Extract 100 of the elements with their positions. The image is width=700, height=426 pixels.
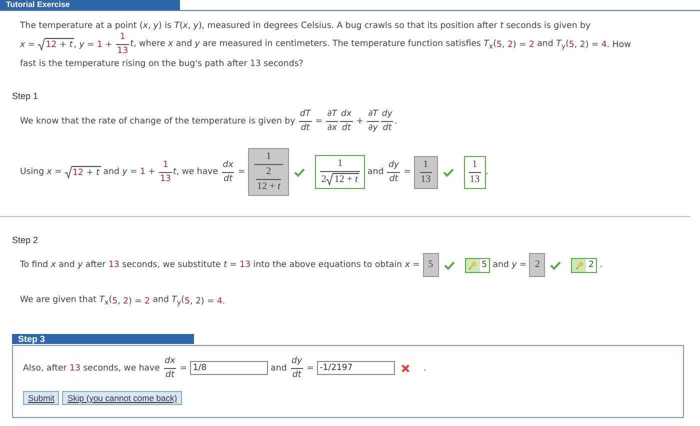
number-text: 13 [117, 46, 128, 57]
key-icon [468, 260, 478, 270]
math-text: 1 [472, 158, 478, 170]
math-text: seconds, we have [82, 363, 161, 374]
math-text: 12 + t [256, 181, 280, 193]
math-text: ∂y [368, 123, 378, 134]
number-text: 2 [195, 296, 201, 306]
math-text: . [598, 260, 602, 270]
math-text: and y = [102, 167, 138, 177]
math-text: , [502, 40, 506, 50]
math-text: = [314, 116, 324, 126]
math-text: . [422, 363, 426, 374]
math-text: . How [606, 40, 632, 50]
math-text: dt [166, 370, 174, 381]
math-text: dx [341, 109, 352, 120]
math-text: = [237, 167, 246, 177]
answer-field[interactable]: -1/2197 [316, 361, 395, 376]
action-button[interactable]: Submit [23, 390, 60, 405]
math-text: ∂T [368, 109, 378, 120]
number-text: 12 [72, 166, 84, 178]
math-text: dt [300, 123, 310, 134]
number-text: 12 [46, 39, 57, 51]
math-text: We know that the rate of change of the temperature is given by [20, 116, 296, 126]
math-text: + [147, 167, 156, 177]
math-text: , [190, 296, 194, 306]
math-text: 13 [420, 174, 431, 186]
number-text: 2 [144, 296, 150, 306]
step-label: Step 1 [12, 91, 40, 101]
math-text: dy [388, 160, 399, 170]
math-text: + [104, 40, 114, 50]
math-text: and [366, 167, 385, 177]
answer-field[interactable]: 1/8 [190, 361, 268, 376]
math-text: into the above equations to obtain x = [252, 260, 421, 270]
math-text: ) = [200, 296, 216, 306]
math-text: ) = [128, 296, 143, 306]
math-text: Also, after [23, 363, 68, 374]
math-text: seconds? [262, 58, 304, 68]
number-text: 1 [96, 40, 102, 50]
number-text: 13 [240, 260, 251, 270]
math-text: dx [164, 356, 176, 367]
math-text: ) = [585, 40, 600, 50]
number-text: 2 [580, 40, 586, 50]
math-text: , [574, 40, 578, 50]
math-text: and y = [492, 260, 528, 270]
math-text: and [270, 363, 288, 374]
math-text: dT [300, 109, 311, 120]
math-text: t, we have [173, 167, 220, 177]
math-text: dy [292, 356, 302, 367]
math-text: and T$_{y}$( [536, 38, 569, 50]
math-text: To find x and y after [20, 260, 107, 270]
math-text: dx [222, 160, 234, 170]
math-text: seconds, we substitute t = [121, 260, 238, 270]
math-text: 2 [534, 258, 540, 272]
step-label: Step 2 [12, 235, 40, 245]
math-text: dt [224, 174, 232, 184]
math-text: We are given that T$_{x}$( [20, 295, 112, 305]
math-text: = [402, 167, 412, 177]
number-text: 5 [184, 296, 190, 306]
math-text: 5 [428, 258, 434, 272]
math-text: t, where x and y are measured in centimeters. The temperature function satisfies T$_{x}$( [130, 38, 497, 50]
number-text: 2 [528, 40, 534, 50]
number-text: 13 [160, 174, 172, 184]
math-text: + [355, 116, 364, 126]
math-text: x = [20, 40, 36, 50]
math-text: and T$_{y}$( [152, 295, 184, 305]
number-text: 5 [112, 296, 118, 306]
math-text: 1 [266, 151, 272, 163]
number-text: 1 [140, 167, 146, 177]
math-text: . [222, 296, 226, 306]
number-text: 13 [70, 363, 80, 374]
math-text: ) = [512, 40, 528, 50]
math-text: = [306, 363, 315, 374]
number-text: 4 [216, 296, 222, 306]
math-text: + t [85, 166, 100, 178]
math-text: = [178, 363, 188, 374]
math-text: dy [382, 109, 392, 120]
number-text: 13 [108, 260, 120, 270]
math-text: . [486, 167, 488, 177]
math-text: The temperature at a point (x, y) is T(x, y), measured in degrees Celsius. A bug crawls so that its position after t seconds is given by [20, 20, 591, 30]
number-text: 5 [568, 40, 574, 50]
math-text: dt [292, 370, 302, 381]
math-text: ∂x [327, 123, 337, 134]
math-text: , [118, 296, 122, 306]
number-text: 5 [496, 40, 502, 50]
math-text: 1 [423, 158, 428, 170]
math-text: 2 [266, 166, 272, 178]
key-icon [574, 260, 584, 270]
number-text: 2 [123, 296, 128, 306]
math-text: 2 [321, 174, 326, 186]
math-text: Using x = [20, 167, 63, 177]
number-text: 2 [507, 40, 513, 50]
math-text: dt [342, 123, 351, 134]
answer-value: 5 [480, 258, 490, 272]
math-text: dt [382, 123, 392, 134]
math-text: 1 [338, 158, 343, 170]
math-text: ∂T [327, 109, 337, 120]
math-text: + t [58, 39, 73, 51]
action-button[interactable]: Skip (you cannot come back) [62, 390, 182, 405]
number-text: 1 [162, 160, 168, 170]
math-text: . [394, 116, 398, 126]
